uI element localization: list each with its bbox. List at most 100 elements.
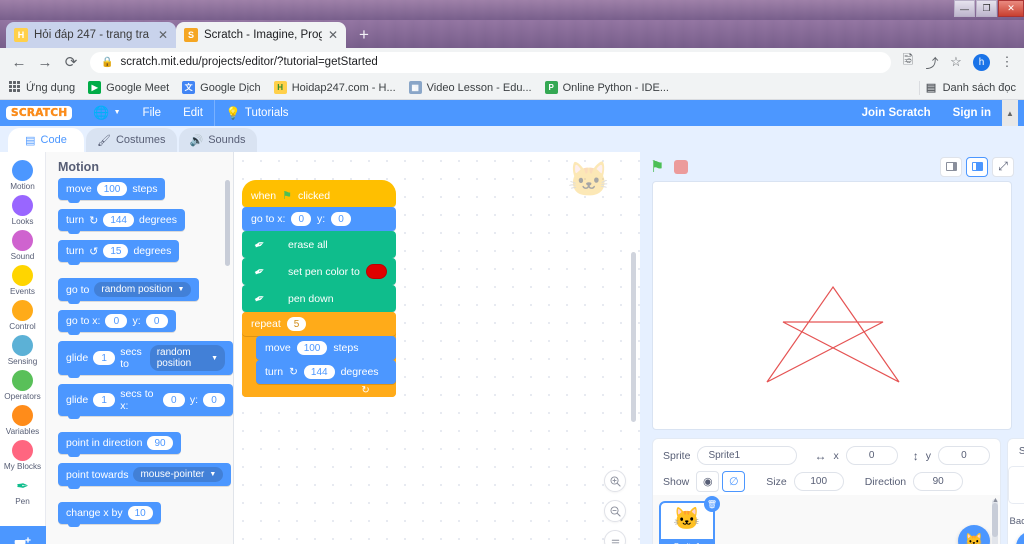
add-sprite-button[interactable]: 🐱 [957, 525, 990, 544]
sign-in-button[interactable]: Sign in [942, 100, 1002, 126]
menu-edit[interactable]: Edit [172, 100, 214, 126]
category-sound[interactable]: Sound [0, 228, 46, 263]
chrome-menu-icon[interactable]: ⋮ [996, 51, 1018, 73]
bookmark-google-translate[interactable]: 文 Google Dịch [182, 81, 261, 94]
delete-sprite-button[interactable]: 🗑 [704, 496, 720, 512]
palette-block-point-towards[interactable]: point towards mouse-pointer ▼ [58, 463, 232, 489]
scratch-logo[interactable]: SCRATCH [6, 106, 73, 120]
close-icon[interactable]: ✕ [328, 28, 338, 42]
number-input-y[interactable]: 0 [145, 314, 168, 328]
sprite-direction-input[interactable]: 90 [913, 472, 964, 491]
address-bar[interactable]: 🔒 scratch.mit.edu/projects/editor/?tutor… [90, 51, 891, 73]
block-go-to-xy[interactable]: go to x: 0 y: 0 [242, 207, 396, 231]
sprite-y-input[interactable]: 0 [937, 446, 990, 465]
sprite-size-input[interactable]: 100 [793, 472, 844, 491]
category-operators[interactable]: Operators [0, 368, 46, 403]
stage-thumbnail[interactable] [1007, 466, 1024, 504]
palette-block-turn-left[interactable]: turn ↺ 15 degrees [58, 240, 180, 265]
add-extension-button[interactable] [0, 526, 46, 544]
palette-block-turn-right[interactable]: turn ↻ 144 degrees [58, 209, 185, 234]
palette-block-glide-to[interactable]: glide 1 secs to random position ▼ [58, 341, 233, 378]
pen-color-swatch[interactable] [365, 264, 387, 279]
stop-button[interactable] [674, 159, 689, 174]
script-stack[interactable]: when ⚑ clicked go to x: 0 y: 0 ✒ erase a… [242, 180, 396, 397]
palette-block-change-x-by[interactable]: change x by 10 [58, 502, 161, 527]
number-input[interactable]: 100 [96, 182, 128, 196]
zoom-out-button[interactable] [604, 500, 626, 522]
maximize-button[interactable]: ❐ [976, 0, 997, 17]
block-turn-right[interactable]: turn ↻ 144 degrees [256, 360, 396, 384]
palette-block-point-in-direction[interactable]: point in direction 90 [58, 432, 181, 457]
stage-canvas[interactable] [652, 181, 1012, 430]
large-stage-button[interactable] [966, 156, 988, 177]
number-input-x[interactable]: 0 [291, 212, 312, 226]
zoom-in-button[interactable] [604, 470, 626, 492]
dropdown-input[interactable]: random position ▼ [94, 282, 192, 297]
close-button[interactable]: ✕ [998, 0, 1024, 17]
number-input[interactable]: 144 [303, 365, 335, 379]
tab-costumes[interactable]: 🖌 Costumes [86, 128, 177, 152]
small-stage-button[interactable] [940, 156, 962, 177]
stage-selector-panel[interactable]: Stage Backdrops 🖼 [1006, 438, 1024, 544]
palette-block-go-to[interactable]: go to random position ▼ [58, 278, 200, 304]
number-input[interactable]: 90 [147, 436, 173, 450]
number-input[interactable]: 1 [93, 351, 116, 365]
bookmark-online-python[interactable]: P Online Python - IDE... [544, 81, 669, 94]
dropdown-input[interactable]: random position ▼ [149, 345, 225, 371]
bookmark-google-meet[interactable]: ▶ Google Meet [88, 81, 169, 94]
bookmark-apps[interactable]: Ứng dụng [8, 81, 75, 94]
sprite-list-scrollbar-thumb[interactable] [991, 503, 998, 537]
back-icon[interactable]: ← [6, 50, 32, 74]
new-tab-button[interactable]: + [350, 22, 378, 48]
minimize-button[interactable]: — [954, 0, 975, 17]
green-flag-button[interactable]: ⚑ [650, 157, 664, 177]
browser-tab-hoidap[interactable]: H Hỏi đáp 247 - trang tra lời ✕ [6, 22, 176, 48]
palette-block-glide-to-xy[interactable]: glide 1 secs to x: 0 y: 0 [58, 384, 233, 419]
repeat-header[interactable]: repeat 5 [242, 312, 396, 336]
forward-icon[interactable]: → [32, 50, 58, 74]
category-motion[interactable]: Motion [0, 158, 46, 193]
category-sensing[interactable]: Sensing [0, 333, 46, 368]
tab-sounds[interactable]: 🔊 Sounds [178, 128, 257, 152]
number-input[interactable]: 10 [127, 506, 153, 520]
join-scratch-button[interactable]: Join Scratch [851, 100, 942, 126]
block-set-pen-color[interactable]: ✒ set pen color to [242, 258, 396, 285]
profile-avatar[interactable]: h [973, 53, 990, 71]
fullscreen-button[interactable]: ⤢ [992, 156, 1014, 177]
number-input[interactable]: 5 [286, 317, 307, 331]
number-input-x[interactable]: 0 [162, 393, 185, 407]
scroll-up-icon[interactable]: ▲ [992, 497, 999, 504]
category-looks[interactable]: Looks [0, 193, 46, 228]
category-variables[interactable]: Variables [0, 403, 46, 438]
block-erase-all[interactable]: ✒ erase all [242, 231, 396, 258]
number-input[interactable]: 15 [103, 244, 129, 258]
category-events[interactable]: Events [0, 263, 46, 298]
bookmark-hoidap247[interactable]: H Hoidap247.com - H... [273, 81, 396, 94]
dropdown-input[interactable]: mouse-pointer ▼ [133, 467, 224, 482]
browser-tab-scratch[interactable]: S Scratch - Imagine, Program, Shar ✕ [176, 22, 346, 48]
show-hidden-button[interactable]: ∅ [722, 471, 746, 492]
reading-list-button[interactable]: ▤ Danh sách đọc [925, 81, 1016, 95]
reload-icon[interactable]: ⟳ [58, 50, 84, 74]
translate-icon[interactable]: 🗟 [897, 51, 919, 73]
menu-tutorials[interactable]: 💡 Tutorials [215, 100, 300, 126]
tab-code[interactable]: ▤ Code [8, 128, 84, 152]
bookmark-star-icon[interactable]: ☆ [945, 51, 967, 73]
language-menu[interactable]: 🌐 ▼ [82, 100, 131, 126]
close-icon[interactable]: ✕ [158, 28, 168, 42]
block-move[interactable]: move 100 steps [256, 336, 396, 360]
add-backdrop-button[interactable]: 🖼 [1015, 531, 1024, 544]
number-input-x[interactable]: 0 [105, 314, 128, 328]
zoom-reset-button[interactable] [604, 530, 626, 544]
menu-file[interactable]: File [132, 100, 173, 126]
palette-scrollbar[interactable] [225, 180, 230, 266]
block-repeat[interactable]: repeat 5 move 100 steps turn ↻ 144 degre… [242, 312, 396, 397]
sprite-x-input[interactable]: 0 [845, 446, 898, 465]
palette-block-move[interactable]: move 100 steps [58, 178, 166, 203]
workspace-vertical-scrollbar[interactable] [631, 252, 636, 422]
palette-block-go-to-xy[interactable]: go to x: 0 y: 0 [58, 310, 176, 335]
number-input-y[interactable]: 0 [331, 212, 351, 226]
category-my-blocks[interactable]: My Blocks [0, 438, 46, 473]
number-input[interactable]: 100 [296, 341, 328, 355]
category-control[interactable]: Control [0, 298, 46, 333]
